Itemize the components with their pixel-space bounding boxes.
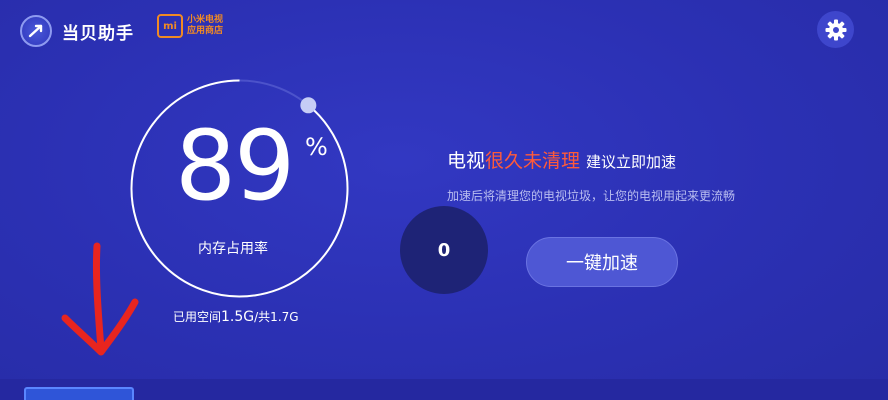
- clean-headline: 电视 很久未清理 建议立即加速: [447, 146, 676, 173]
- clean-counter: 0: [400, 206, 488, 294]
- red-annotation-arrow: [61, 242, 139, 356]
- used-space: 已用空间 1.5G /共1.7G: [173, 308, 299, 325]
- used-prefix: 已用空间: [173, 310, 222, 324]
- rocket-logo-icon: [20, 15, 52, 47]
- gear-icon: [825, 19, 846, 40]
- mi-store-logo: mi 小米电视 应用商店: [157, 14, 223, 38]
- headline-highlight: 很久未清理: [485, 150, 581, 172]
- total-value: /共1.7G: [254, 310, 299, 324]
- store-line2: 应用商店: [187, 26, 224, 36]
- headline-part3: 建议立即加速: [586, 153, 677, 171]
- store-logo-text: mi: [163, 20, 177, 32]
- headline-part1: 电视: [447, 150, 486, 172]
- store-line1: 小米电视: [187, 15, 224, 25]
- boost-button[interactable]: 一键加速: [526, 237, 678, 287]
- app-name: 当贝助手: [62, 23, 134, 44]
- memory-percent: 89: [175, 110, 295, 222]
- store-text: 小米电视 应用商店: [187, 15, 223, 37]
- clean-subline: 加速后将清理您的电视垃圾，让您的电视用起来更流畅: [447, 189, 736, 203]
- used-value: 1.5G: [221, 309, 255, 325]
- mi-tv-icon: mi: [157, 14, 183, 38]
- counter-value: 0: [437, 239, 451, 261]
- bottom-nav-tab-selected[interactable]: [24, 387, 134, 400]
- ring-progress-knob: [300, 97, 317, 114]
- app-logo: 当贝助手: [20, 15, 134, 47]
- memory-label: 内存占用率: [198, 241, 268, 257]
- memory-percent-sign: %: [305, 133, 328, 161]
- settings-button[interactable]: [817, 11, 854, 48]
